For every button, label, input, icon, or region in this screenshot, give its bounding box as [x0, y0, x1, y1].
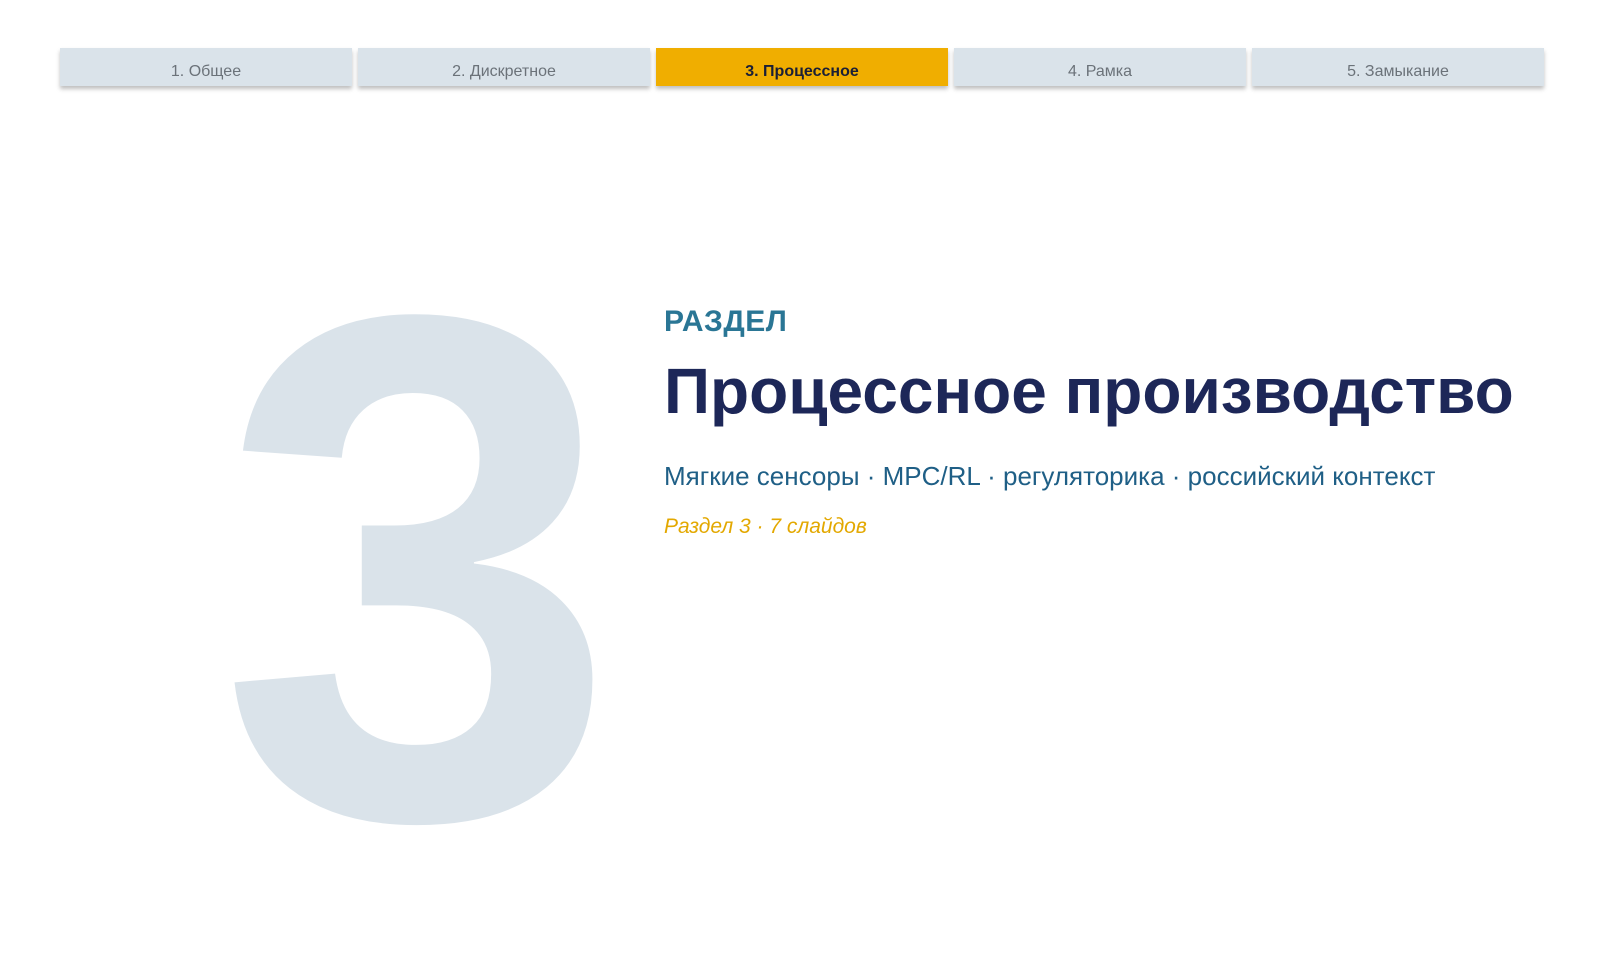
tab-label: 1. Общее — [170, 62, 242, 80]
section-title: Процессное производство — [664, 355, 1514, 427]
section-eyebrow: РАЗДЕЛ — [664, 305, 788, 338]
tab-section-2[interactable]: 2. Дискретное — [358, 48, 650, 86]
tab-section-1[interactable]: 1. Общее — [60, 48, 352, 86]
tab-label: 4. Рамка — [1067, 62, 1133, 80]
tab-section-3[interactable]: 3. Процессное — [656, 48, 948, 86]
section-intro: РАЗДЕЛ Процессное производство Мягкие се… — [664, 304, 1564, 540]
tab-label: 5. Замыкание — [1347, 62, 1449, 80]
section-meta: Раздел 3 · 7 слайдов — [664, 515, 867, 539]
tab-label: 2. Дискретное — [452, 62, 556, 80]
tab-section-5[interactable]: 5. Замыкание — [1252, 48, 1544, 86]
tab-label: 3. Процессное — [745, 62, 859, 80]
tab-section-4[interactable]: 4. Рамка — [954, 48, 1246, 86]
section-nav: 1. Общее 2. Дискретное 3. Процессное 4. … — [60, 48, 1544, 86]
section-number-watermark: 3 — [218, 165, 619, 970]
section-subtitle: Мягкие сенсоры · MPC/RL · регуляторика ·… — [664, 461, 1436, 492]
